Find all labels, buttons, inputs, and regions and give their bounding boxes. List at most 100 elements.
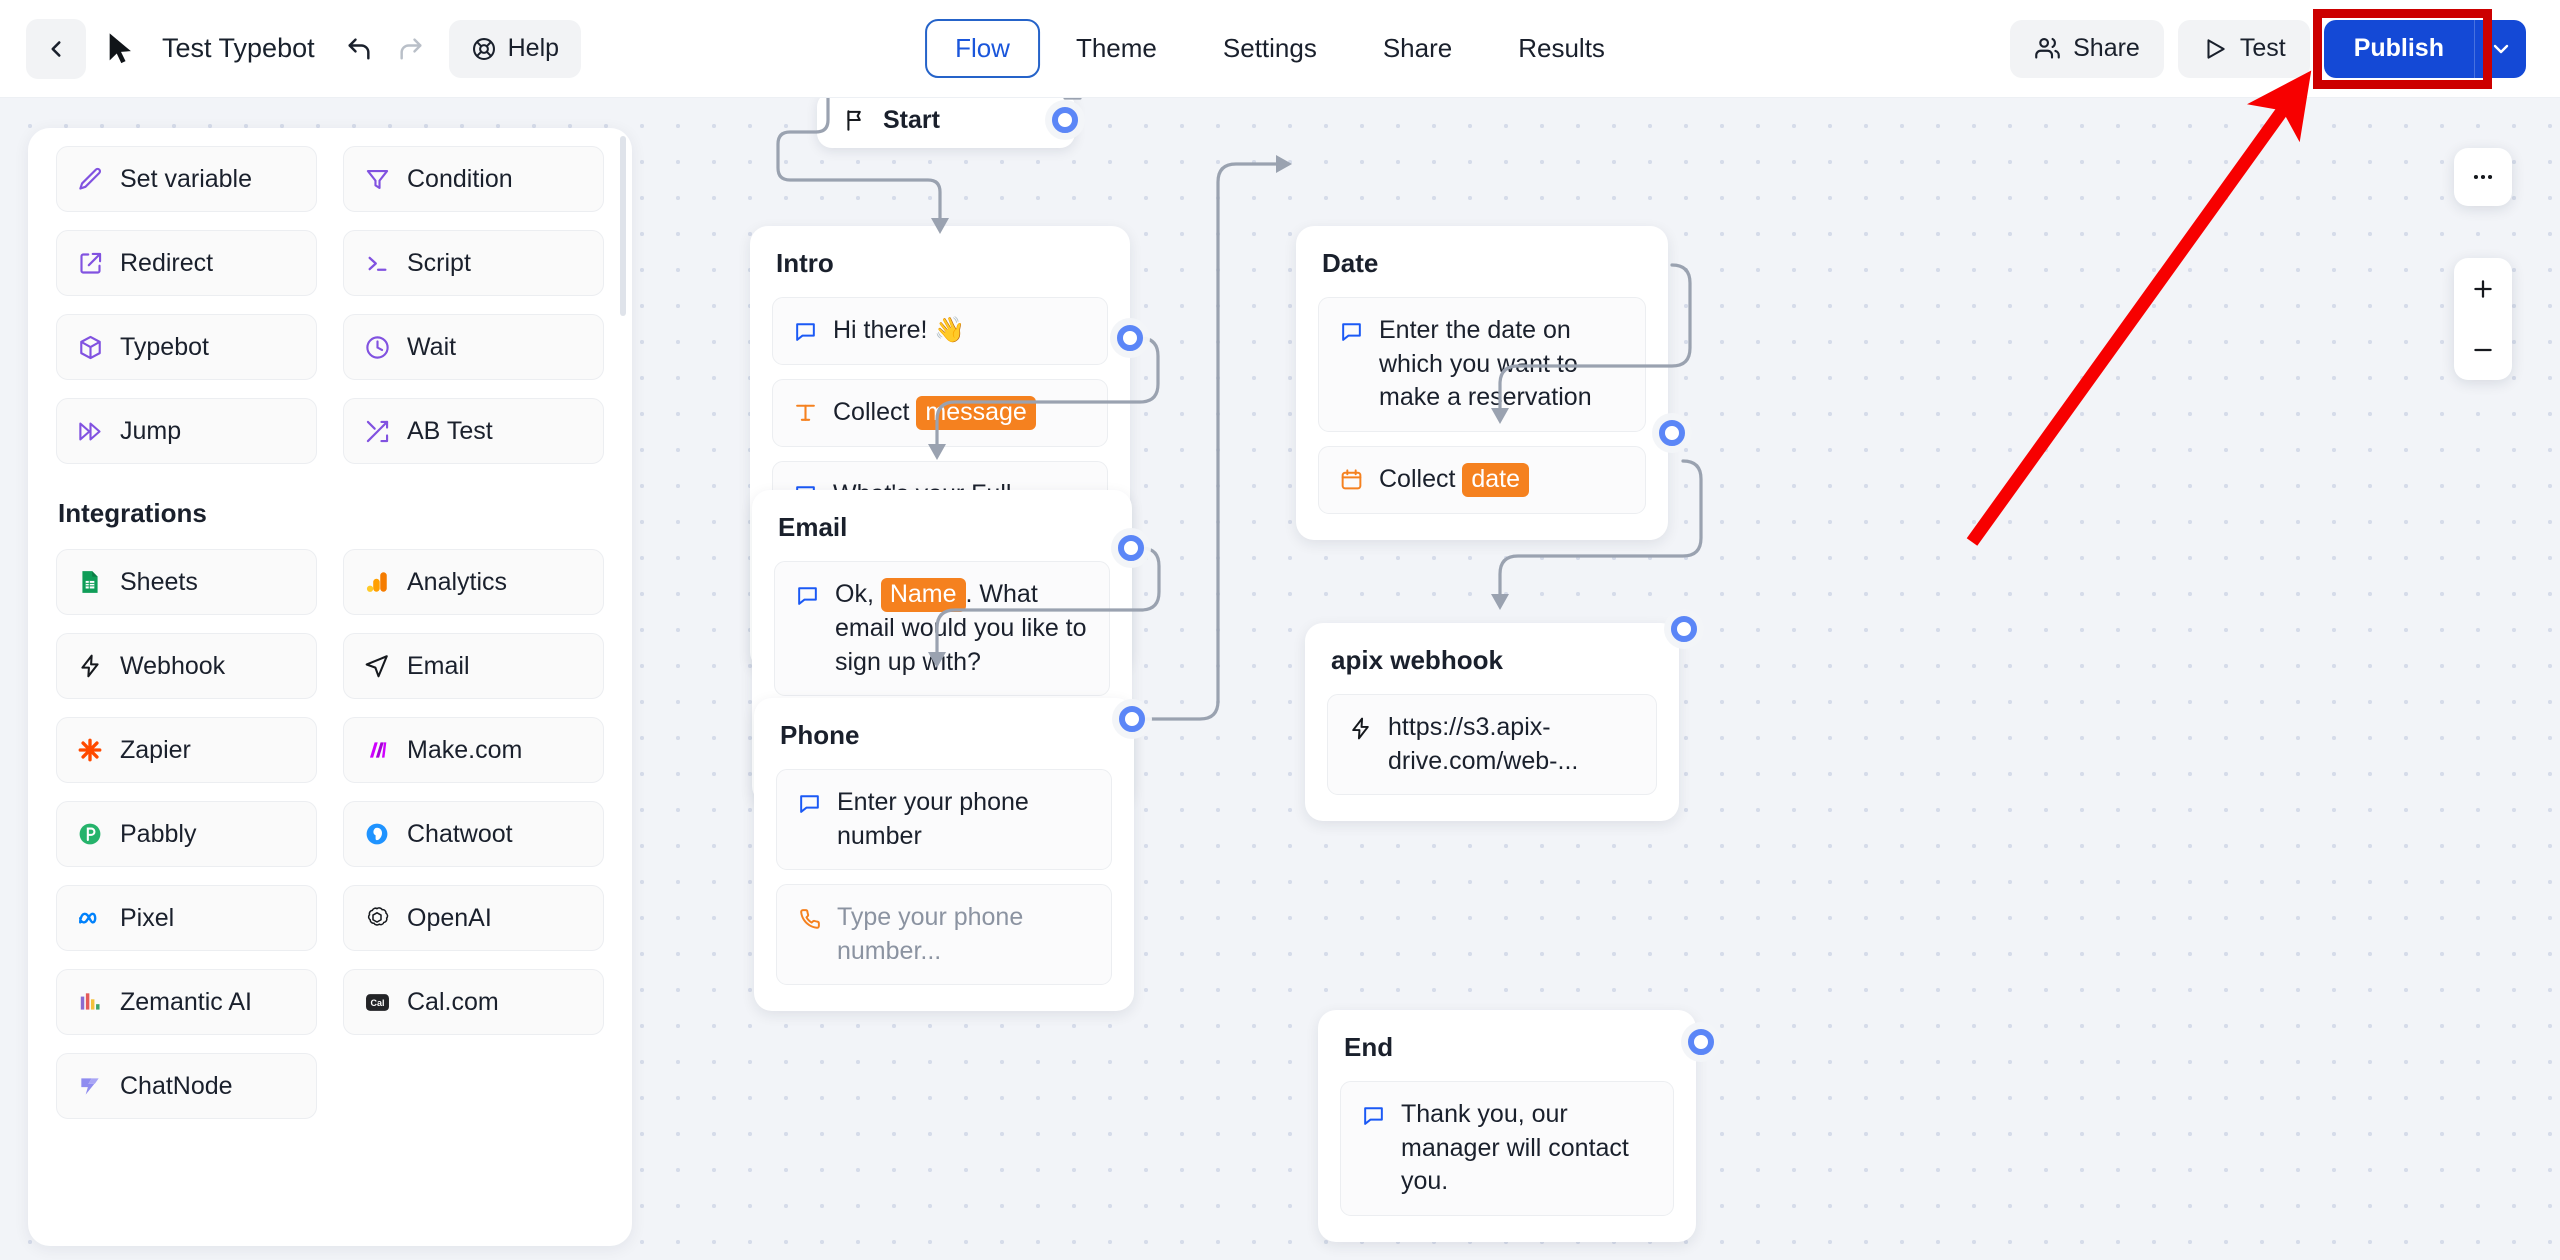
phone-group-output-handle[interactable] <box>1119 706 1145 732</box>
flow-step-text-bubble[interactable]: Enter your phone number <box>776 769 1112 870</box>
block-pixel[interactable]: Pixel <box>56 885 317 951</box>
box-icon <box>75 332 105 362</box>
flow-step-text-bubble[interactable]: Hi there! 👋 <box>772 297 1108 365</box>
help-button[interactable]: Help <box>448 19 582 78</box>
fast-forward-icon <box>75 416 105 446</box>
block-webhook[interactable]: Webhook <box>56 633 317 699</box>
tab-theme[interactable]: Theme <box>1046 19 1187 78</box>
tab-results[interactable]: Results <box>1488 19 1635 78</box>
chat-bubble-icon <box>1359 1101 1387 1129</box>
block-label: Analytics <box>407 567 508 596</box>
flow-group-end[interactable]: End Thank you, our manager will contact … <box>1318 1010 1696 1242</box>
start-node-output-handle[interactable] <box>1052 107 1078 133</box>
clock-icon <box>362 332 392 362</box>
group-title: apix webhook <box>1331 645 1503 675</box>
step-text: Hi there! 👋 <box>833 316 966 344</box>
block-label: Redirect <box>120 248 214 277</box>
blocks-sidebar[interactable]: Set variable Condition Redirect Script T… <box>28 128 632 1246</box>
redo-icon <box>397 35 425 63</box>
zemantic-icon <box>75 987 105 1017</box>
pencil-icon <box>75 164 105 194</box>
block-email[interactable]: Email <box>343 633 604 699</box>
flow-node-start[interactable]: Start <box>817 98 1075 148</box>
block-cal-com[interactable]: Cal Cal.com <box>343 969 604 1035</box>
step-text: Enter your phone number <box>837 788 1029 850</box>
block-redirect[interactable]: Redirect <box>56 230 317 296</box>
group-title: Phone <box>780 720 860 750</box>
logic-blocks-grid: Set variable Condition Redirect Script T… <box>56 128 604 464</box>
tab-flow[interactable]: Flow <box>925 19 1040 78</box>
block-chatwoot[interactable]: Chatwoot <box>343 801 604 867</box>
block-label: Typebot <box>120 332 209 361</box>
group-title: End <box>1344 1032 1394 1062</box>
block-label: AB Test <box>407 416 493 445</box>
apix-webhook-output-handle[interactable] <box>1671 616 1697 642</box>
svg-text:Cal: Cal <box>370 997 384 1007</box>
tab-share[interactable]: Share <box>1353 19 1482 78</box>
header-tabs: Flow Theme Settings Share Results <box>925 19 1635 78</box>
block-ab-test[interactable]: AB Test <box>343 398 604 464</box>
date-group-output-handle[interactable] <box>1659 420 1685 446</box>
block-label: Zemantic AI <box>120 987 252 1016</box>
paper-plane-icon <box>362 651 392 681</box>
flow-step-date-input[interactable]: Collect date <box>1318 445 1646 514</box>
chevron-down-icon <box>2489 37 2513 61</box>
block-analytics[interactable]: Analytics <box>343 549 604 615</box>
redo-button[interactable] <box>385 23 437 75</box>
chat-bubble-icon <box>1337 317 1365 345</box>
block-sheets[interactable]: Sheets <box>56 549 317 615</box>
publish-dropdown-button[interactable] <box>2474 19 2526 78</box>
step-text: Collect date <box>1379 462 1627 497</box>
step-placeholder-text: Type your phone number... <box>837 903 1024 965</box>
flow-group-apix-webhook[interactable]: apix webhook https://s3.apix-drive.com/w… <box>1305 623 1679 821</box>
end-group-output-handle[interactable] <box>1688 1029 1714 1055</box>
intro-group-output-handle[interactable] <box>1117 325 1143 351</box>
flow-step-phone-input[interactable]: Type your phone number... <box>776 884 1112 985</box>
lifebuoy-icon <box>471 36 497 62</box>
variable-tag: message <box>916 395 1036 430</box>
back-button[interactable] <box>26 18 86 79</box>
step-text: Thank you, our manager will contact you. <box>1401 1100 1629 1195</box>
flow-group-phone[interactable]: Phone Enter your phone number Type your … <box>754 698 1134 1011</box>
block-typebot[interactable]: Typebot <box>56 314 317 380</box>
step-text: Collect message <box>833 395 1089 430</box>
block-openai[interactable]: OpenAI <box>343 885 604 951</box>
external-link-icon <box>75 248 105 278</box>
flow-canvas[interactable]: Set variable Condition Redirect Script T… <box>0 98 2560 1260</box>
block-condition[interactable]: Condition <box>343 146 604 212</box>
email-group-output-handle[interactable] <box>1118 535 1144 561</box>
block-set-variable[interactable]: Set variable <box>56 146 317 212</box>
block-wait[interactable]: Wait <box>343 314 604 380</box>
block-pabbly[interactable]: Pabbly <box>56 801 317 867</box>
block-label: Make.com <box>407 735 523 764</box>
block-script[interactable]: Script <box>343 230 604 296</box>
block-chatnode[interactable]: ChatNode <box>56 1053 317 1119</box>
filter-icon <box>362 164 392 194</box>
test-button[interactable]: Test <box>2177 19 2310 78</box>
shuffle-icon <box>362 416 392 446</box>
block-label: Wait <box>407 332 457 361</box>
block-zapier[interactable]: Zapier <box>56 717 317 783</box>
publish-button[interactable]: Publish <box>2323 19 2474 78</box>
block-jump[interactable]: Jump <box>56 398 317 464</box>
blocks-sidebar-scrollbar[interactable] <box>620 136 626 316</box>
pabbly-icon <box>75 819 105 849</box>
tab-settings[interactable]: Settings <box>1193 19 1347 78</box>
flow-step-text-input[interactable]: Collect message <box>772 378 1108 447</box>
flow-group-date[interactable]: Date Enter the date on which you want to… <box>1296 226 1668 540</box>
flow-step-webhook[interactable]: https://s3.apix-drive.com/web-... <box>1327 694 1657 795</box>
flow-step-text-bubble[interactable]: Enter the date on which you want to make… <box>1318 297 1646 432</box>
block-zemantic-ai[interactable]: Zemantic AI <box>56 969 317 1035</box>
flow-step-text-bubble[interactable]: Thank you, our manager will contact you. <box>1340 1081 1674 1216</box>
canvas-more-options-button[interactable] <box>2454 148 2512 206</box>
zoom-out-button[interactable] <box>2454 319 2512 380</box>
flow-step-text-bubble[interactable]: Ok, Name. What email would you like to s… <box>774 561 1110 696</box>
step-text: Ok, Name. What email would you like to s… <box>835 578 1091 679</box>
play-icon <box>2202 36 2228 62</box>
zoom-in-button[interactable] <box>2454 258 2512 319</box>
share-button[interactable]: Share <box>2010 19 2164 78</box>
chatwoot-icon <box>362 819 392 849</box>
undo-button[interactable] <box>333 23 385 75</box>
group-title: Date <box>1322 248 1379 278</box>
block-make-com[interactable]: Make.com <box>343 717 604 783</box>
